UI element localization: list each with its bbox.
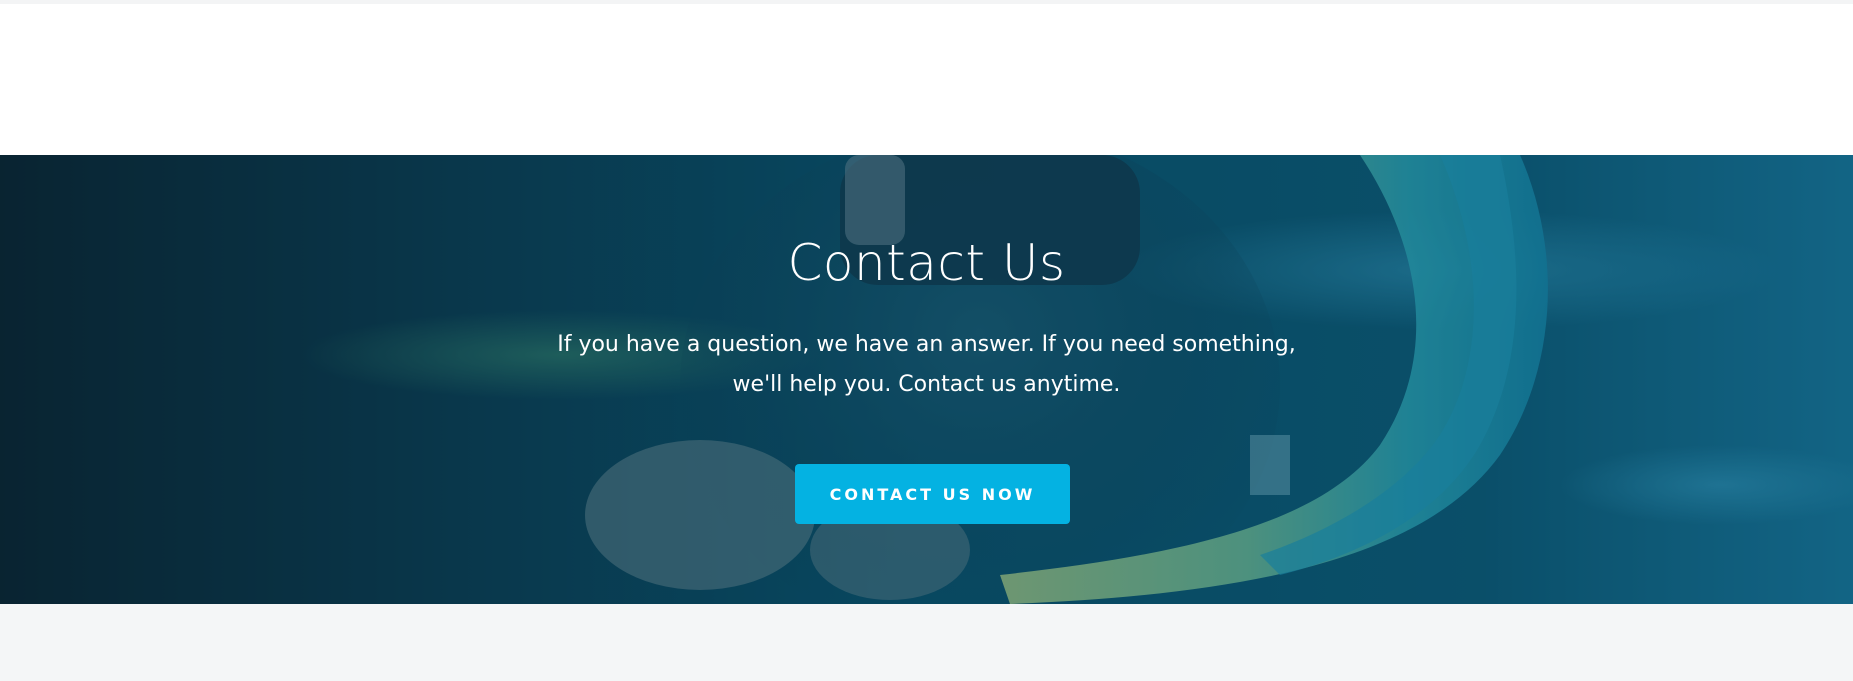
contact-us-now-button[interactable]: CONTACT US NOW [795,464,1070,524]
next-section-background [0,604,1853,681]
header-area [0,4,1853,155]
hero-content: Contact Us If you have a question, we ha… [0,155,1853,604]
page-title: Contact Us [787,234,1066,292]
contact-hero-banner: Contact Us If you have a question, we ha… [0,155,1853,604]
hero-description: If you have a question, we have an answe… [557,332,1296,397]
page: Contact Us If you have a question, we ha… [0,0,1853,681]
